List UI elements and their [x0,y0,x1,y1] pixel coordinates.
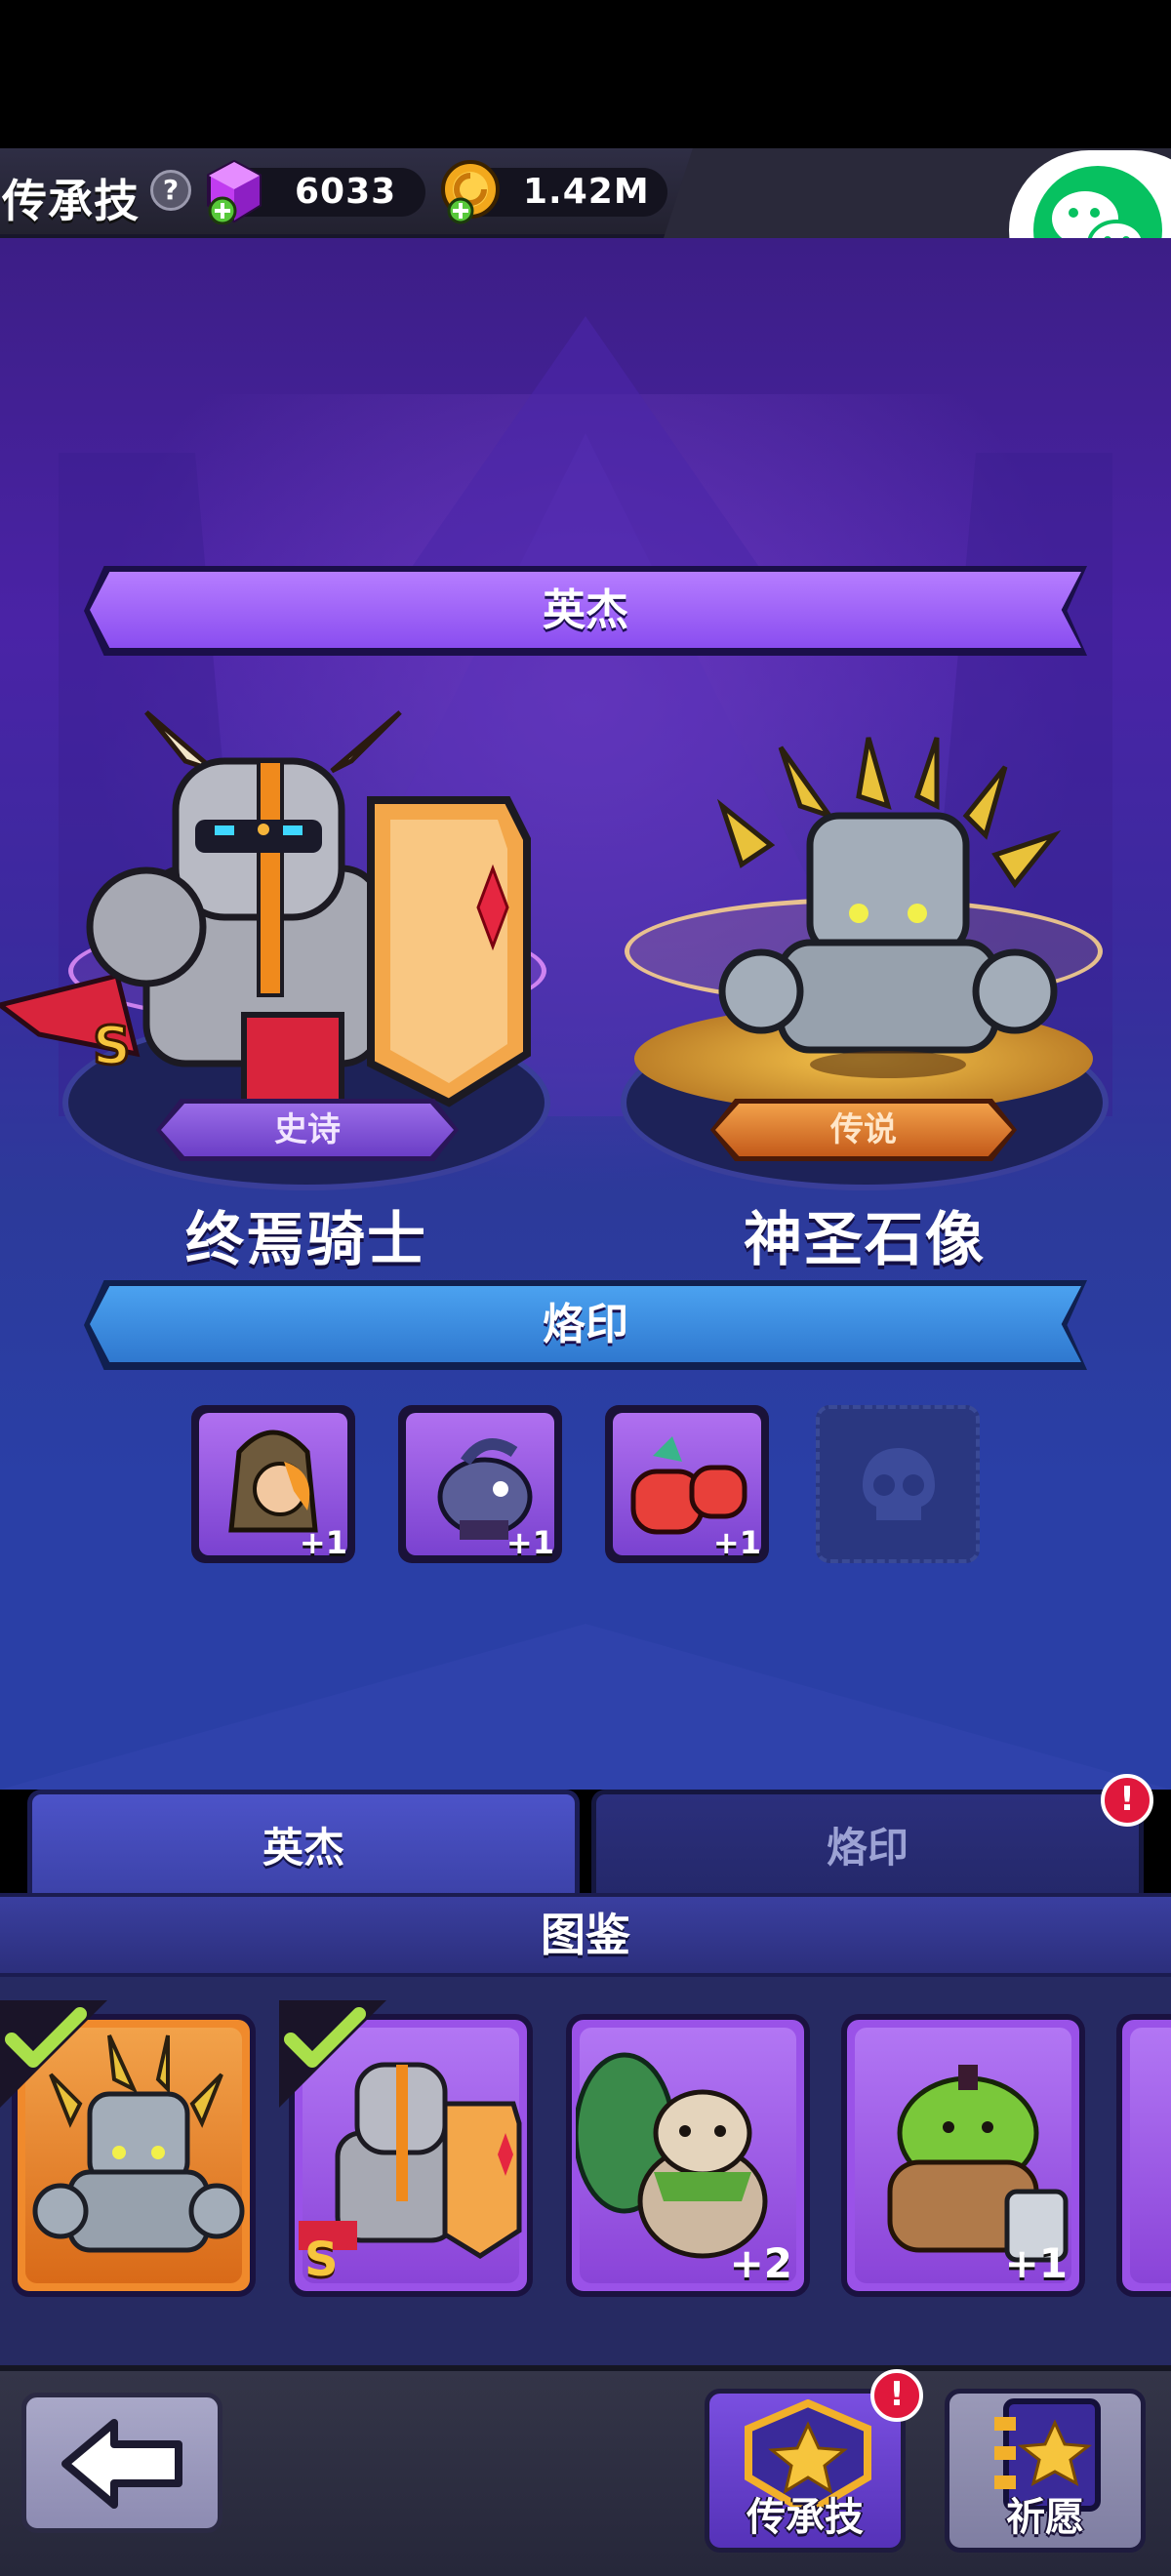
seal-banner-label: 烙印 [543,1300,628,1349]
legacy-alert-badge: ! [870,2369,923,2422]
heroes-banner-label: 英杰 [543,585,628,635]
seal-slot-empty[interactable] [816,1405,980,1563]
rarity-badge-epic: 史诗 [156,1099,459,1161]
codex-header: 图鉴 [0,1893,1171,1977]
status-bar [0,0,1171,148]
page-title: 传承技 [2,175,140,227]
wish-label: 祈愿 [1006,2495,1084,2540]
gold-amount: 1.42M [523,172,650,212]
back-arrow-icon [61,2419,182,2509]
holy-statue-portrait[interactable] [683,728,1112,1079]
game-screen: 传承技 ? 6033 1.42M 英杰 S 史诗 终焉骑士 传说 神圣石像 烙印… [0,0,1171,2576]
seal-bonus: +1 [505,1524,554,1561]
gem-icon [207,160,262,224]
seal-slot[interactable]: +1 [605,1405,769,1563]
owned-checkmark-icon [279,2000,386,2108]
seal-slot[interactable]: +1 [191,1405,355,1563]
seal-slot[interactable]: +1 [398,1405,562,1563]
card-grade: S [304,2233,339,2287]
legacy-skill-button[interactable]: 传承技 [705,2389,906,2553]
gold-coin-icon [441,160,500,224]
wish-button[interactable]: 祈愿 [945,2389,1146,2553]
card-bonus: +2 [729,2239,792,2287]
codex-card[interactable]: +1 [841,2014,1085,2297]
hero-name-right: 神圣石像 [744,1206,986,1274]
owned-checkmark-icon [0,2000,107,2108]
codex-card-partial[interactable] [1116,2014,1171,2297]
codex-card[interactable]: +2 [566,2014,810,2297]
tab-heroes[interactable]: 英杰 [27,1790,580,1897]
tab-seals[interactable]: 烙印 [591,1790,1144,1897]
seal-bonus: +1 [299,1524,347,1561]
hero-grade: S [93,1015,131,1076]
heroes-banner: 英杰 [84,566,1087,656]
rarity-badge-legendary: 传说 [710,1099,1017,1161]
help-icon[interactable]: ? [150,170,191,211]
skull-icon [863,1448,935,1520]
seal-bonus: +1 [712,1524,761,1561]
seal-banner: 烙印 [84,1280,1087,1370]
gem-amount: 6033 [295,172,397,212]
back-button[interactable] [21,2393,222,2533]
hero-name-left: 终焉骑士 [185,1206,427,1274]
doom-knight-portrait[interactable]: S [0,703,546,1112]
card-bonus: +1 [1004,2239,1068,2287]
seals-tab-alert-badge: ! [1101,1774,1153,1827]
legacy-skill-label: 传承技 [747,2495,864,2540]
